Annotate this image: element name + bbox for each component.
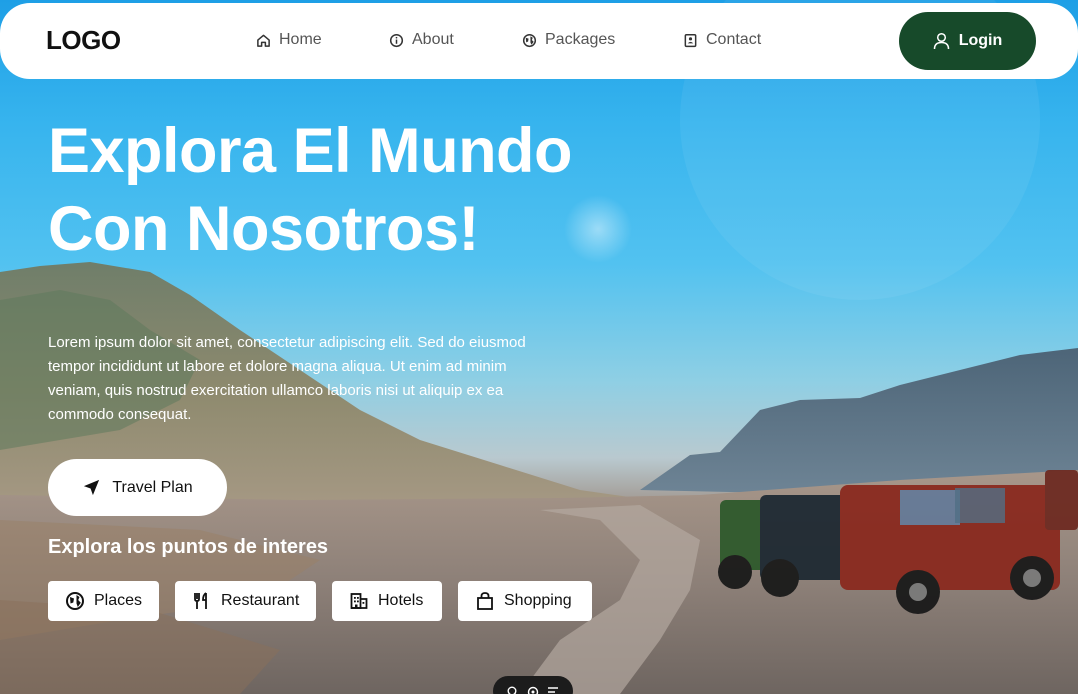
chip-restaurant[interactable]: Restaurant (175, 581, 316, 621)
settings-icon[interactable] (527, 685, 539, 694)
building-icon (350, 593, 368, 609)
nav-home-label: Home (279, 31, 322, 48)
chip-restaurant-label: Restaurant (221, 592, 300, 609)
navbar: LOGO Home About Packages Contact Login (0, 3, 1078, 79)
fork-knife-icon (194, 592, 207, 609)
user-icon (933, 32, 949, 50)
floating-toolbar[interactable] (493, 676, 573, 694)
login-label: Login (958, 32, 1003, 49)
poi-section-title: Explora los puntos de interes (48, 536, 329, 558)
nav-home[interactable]: Home (256, 31, 322, 49)
menu-icon[interactable] (547, 685, 559, 694)
nav-about-label: About (412, 31, 454, 48)
globe-icon (66, 592, 84, 610)
headline-line-1: Explora El Mundo (48, 116, 573, 186)
nav-about[interactable]: About (389, 31, 454, 49)
contact-book-icon (684, 33, 697, 47)
home-icon (257, 34, 270, 47)
nav-contact[interactable]: Contact (683, 31, 761, 49)
nav-packages-label: Packages (545, 31, 616, 48)
travel-plan-button[interactable]: Travel Plan (48, 459, 227, 516)
info-icon (389, 33, 404, 47)
chip-places[interactable]: Places (48, 581, 159, 621)
login-button[interactable]: Login (899, 12, 1036, 70)
send-arrow-icon (84, 479, 100, 496)
logo[interactable]: LOGO (46, 25, 121, 56)
nav-contact-label: Contact (706, 31, 762, 48)
hero-description: Lorem ipsum dolor sit amet, consectetur … (48, 334, 526, 423)
nav-packages[interactable]: Packages (522, 31, 615, 49)
hero-section: LOGO Home About Packages Contact Login E… (0, 0, 1078, 694)
chip-shopping-label: Shopping (504, 592, 572, 609)
chip-places-label: Places (94, 592, 143, 609)
chip-shopping[interactable]: Shopping (458, 581, 592, 621)
chip-hotels[interactable]: Hotels (332, 581, 442, 621)
hero-headline: Explora El Mundo Con Nosotros! (48, 112, 668, 268)
chip-hotels-label: Hotels (378, 592, 424, 609)
shopping-bag-icon (477, 592, 493, 610)
headline-line-2: Con Nosotros! (48, 194, 479, 264)
search-icon[interactable] (507, 685, 519, 694)
globe-icon (522, 33, 537, 47)
travel-plan-label: Travel Plan (112, 478, 193, 496)
